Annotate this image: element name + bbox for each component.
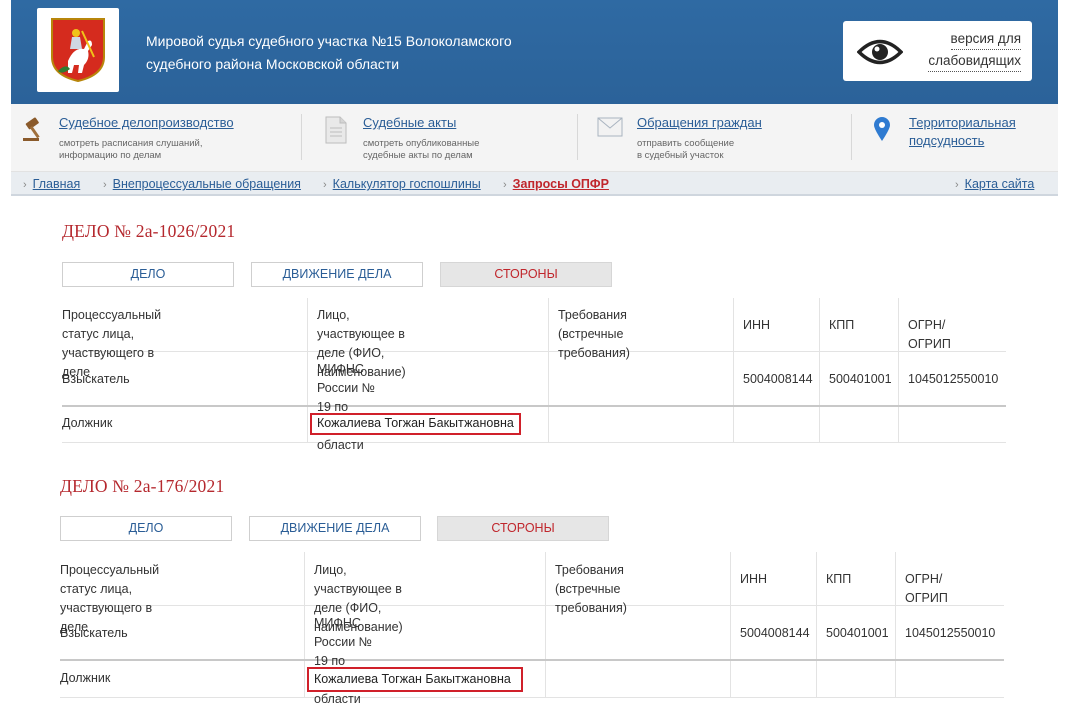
header-person-line1: Лицо, участвующее в деле (ФИО, [317,308,405,360]
breadcrumb-item-home[interactable]: › Главная [23,177,80,191]
court-title-line2: судебного района Московской области [146,56,400,72]
header-req-line1: Требования (встречные [555,563,624,596]
moscow-coat-of-arms-icon [51,18,105,83]
quicknav-item-court-acts[interactable]: Судебные акты смотреть опубликованные су… [325,104,575,172]
court-title-line1: Мировой судья судебного участка №15 Воло… [146,33,512,49]
header-ogrn: ОГРН/ОГРИП [908,318,951,351]
tab-case[interactable]: ДЕЛО [60,516,232,541]
case-title: ДЕЛО № 2а-176/2021 [60,476,225,496]
breadcrumb-link-opfr[interactable]: Запросы ОПФР [513,177,609,191]
quicknav-link-proceedings[interactable]: Судебное делопроизводство [59,115,234,130]
quicknav-desc-appeals-1: отправить сообщение [637,138,735,149]
breadcrumb-item-opfr[interactable]: › Запросы ОПФР [503,177,609,191]
header-inn: ИНН [740,572,768,586]
low-vision-label-line1: версия для [950,28,1021,50]
header-req-line2: требования) [555,601,627,615]
quicknav-item-appeals[interactable]: Обращения граждан отправить сообщение в … [597,104,847,172]
header-kpp: КПП [829,318,855,332]
low-vision-version-button[interactable]: версия для слабовидящих [843,21,1032,81]
envelope-icon [597,117,623,137]
quicknav-desc-proceedings-2: информацию по делам [59,150,162,161]
row-status: Должник [62,416,113,430]
document-icon [325,116,347,144]
row-person-line2: области [314,692,361,706]
quicknav-item-jurisdiction[interactable]: Территориальная подсудность [873,104,1053,172]
quick-navigation: Судебное делопроизводство смотреть распи… [11,104,1058,172]
quicknav-link-jurisdiction[interactable]: Территориальная подсудность [909,115,1016,152]
header-req-line1: Требования (встречные [558,308,627,341]
header-inn: ИНН [743,318,771,332]
highlighted-debtor-name: Кожалиева Тогжан Бакытжановна [310,413,521,435]
row-inn: 5004008144 [740,626,810,640]
quicknav-desc-proceedings-1: смотреть расписания слушаний, [59,138,203,149]
breadcrumb: › Главная › Внепроцессуальные обращения › К… [11,172,1058,196]
breadcrumb-link-home[interactable]: Главная [33,177,81,191]
divider [851,114,852,160]
divider [577,114,578,160]
row-person: МИФНС России № 19 по Московской области [314,614,383,709]
quicknav-desc-court-acts-2: судебные акты по делам [363,150,473,161]
breadcrumb-item-appeals[interactable]: › Внепроцессуальные обращения [103,177,301,191]
quicknav-link-jurisdiction-line1: Территориальная [909,115,1016,130]
row-inn: 5004008144 [743,372,813,386]
header-person-line1: Лицо, участвующее в деле (ФИО, [314,563,402,615]
breadcrumb-link-appeals[interactable]: Внепроцессуальные обращения [113,177,301,191]
sitemap-link[interactable]: Карта сайта [965,177,1035,191]
row-status: Взыскатель [62,372,130,386]
coat-of-arms-logo[interactable] [37,8,119,92]
eye-icon [857,39,903,65]
gavel-icon [23,117,40,141]
tab-case[interactable]: ДЕЛО [62,262,234,287]
row-kpp: 500401001 [826,626,889,640]
row-person: МИФНС России № 19 по Московской области [317,360,386,455]
tab-parties[interactable]: СТОРОНЫ [437,516,609,541]
quicknav-link-court-acts[interactable]: Судебные акты [363,115,456,130]
breadcrumb-link-calculator[interactable]: Калькулятор госпошлины [333,177,481,191]
court-title: Мировой судья судебного участка №15 Воло… [146,30,566,76]
breadcrumb-item-sitemap[interactable]: › Карта сайта [955,177,1034,191]
site-header: Мировой судья судебного участка №15 Воло… [11,0,1058,104]
quicknav-link-jurisdiction-line2: подсудность [909,133,985,148]
row-ogrn: 1045012550010 [905,626,996,640]
divider [301,114,302,160]
header-requirements: Требования (встречные требования) [558,306,630,363]
tab-case-movement[interactable]: ДВИЖЕНИЕ ДЕЛА [249,516,421,541]
quicknav-link-appeals[interactable]: Обращения граждан [637,115,762,130]
header-req-line2: требования) [558,346,630,360]
header-requirements: Требования (встречные требования) [555,561,627,618]
quicknav-item-proceedings[interactable]: Судебное делопроизводство смотреть распи… [21,104,301,172]
map-pin-icon [874,117,890,141]
row-status: Должник [60,671,111,685]
header-status-line1: Процессуальный статус лица, [62,308,162,341]
tab-case-movement[interactable]: ДВИЖЕНИЕ ДЕЛА [251,262,423,287]
breadcrumb-item-calculator[interactable]: › Калькулятор госпошлины [323,177,481,191]
header-kpp: КПП [826,572,852,586]
low-vision-label-line2: слабовидящих [928,50,1021,72]
header-ogrn: ОГРН/ОГРИП [905,572,948,605]
row-status: Взыскатель [60,626,128,640]
row-ogrn: 1045012550010 [908,372,999,386]
header-status-line1: Процессуальный статус лица, [60,563,160,596]
highlighted-debtor-name: Кожалиева Тогжан Бакытжановна [307,667,523,692]
row-person-line2: области [317,438,364,452]
row-kpp: 500401001 [829,372,892,386]
case-title: ДЕЛО № 2а-1026/2021 [62,221,236,241]
tab-parties[interactable]: СТОРОНЫ [440,262,612,287]
quicknav-desc-appeals-2: в судебный участок [637,150,724,161]
quicknav-desc-court-acts-1: смотреть опубликованные [363,138,480,149]
